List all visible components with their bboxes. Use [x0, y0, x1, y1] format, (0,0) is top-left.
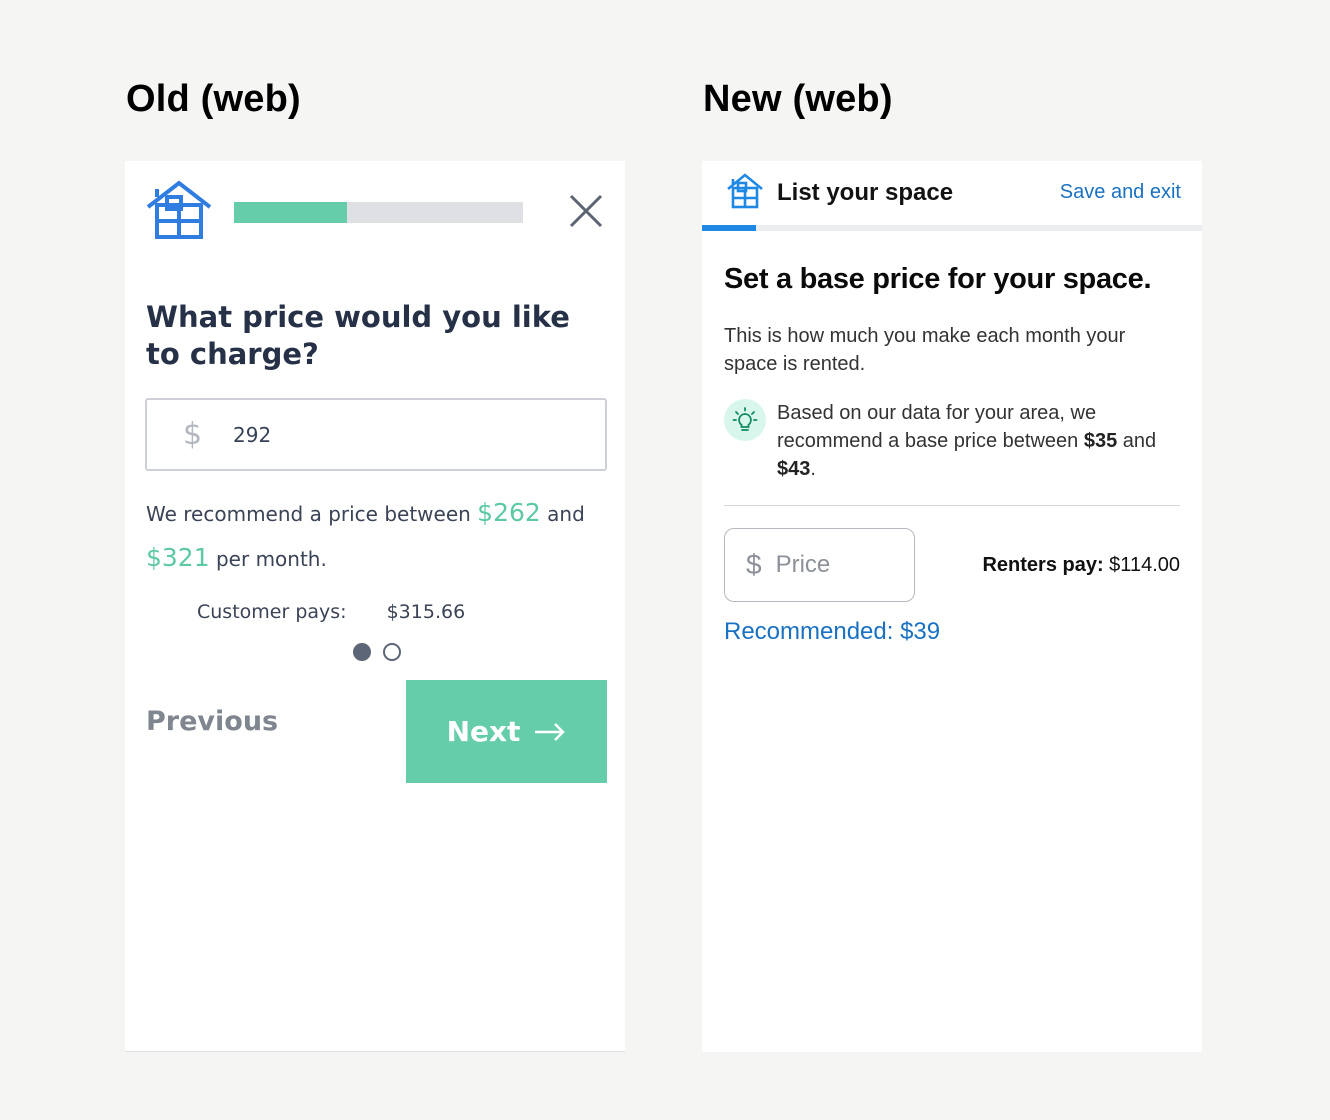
renters-pay-value: $114.00 [1103, 554, 1180, 576]
recommend-suffix: per month. [209, 547, 327, 571]
dollar-icon: $ [183, 417, 203, 452]
recommend-low: $262 [477, 498, 541, 527]
pagination-dot[interactable] [383, 643, 401, 661]
page-description: This is how much you make each month you… [724, 325, 1126, 375]
progress-bar [234, 202, 523, 223]
price-input[interactable] [775, 551, 896, 579]
save-and-exit-link[interactable]: Save and exit [1060, 181, 1181, 204]
page-title: Set a base price for your space. [724, 263, 1152, 295]
old-panel: What price would you like to charge? $ W… [125, 161, 625, 1052]
recommended-price: Recommended: $39 [724, 618, 941, 645]
tip-suffix: . [810, 458, 816, 480]
divider [724, 505, 1180, 506]
previous-button[interactable]: Previous [146, 706, 278, 737]
new-panel: List your space Save and exit Set a base… [702, 161, 1202, 1052]
house-logo-icon [727, 173, 763, 209]
dollar-icon: $ [746, 549, 762, 580]
customer-pays-value: $315.66 [386, 601, 466, 623]
progress-bar-fill [234, 202, 347, 223]
recommend-middle: and [540, 502, 585, 526]
price-input-field[interactable]: $ [145, 398, 607, 471]
recommendation-tip: Based on our data for your area, we reco… [724, 399, 1184, 483]
customer-pays-label: Customer pays: [197, 601, 347, 623]
old-heading: Old (web) [126, 78, 301, 120]
close-icon[interactable] [568, 193, 604, 229]
header-title: List your space [777, 179, 954, 206]
tip-middle: and [1117, 430, 1157, 452]
tip-text: Based on our data for your area, we reco… [777, 399, 1177, 483]
renters-pay-label: Renters pay: [982, 554, 1104, 576]
progress-bar-fill [702, 225, 756, 231]
recommend-prefix: We recommend a price between [146, 502, 478, 526]
tip-high: $43 [777, 458, 811, 480]
customer-pays: Customer pays: $315.66 [197, 601, 465, 623]
header: List your space Save and exit [702, 161, 1202, 231]
pagination-dot-active[interactable] [353, 643, 371, 661]
tip-low: $35 [1083, 430, 1118, 452]
lightbulb-icon [724, 399, 766, 441]
recommend-high: $321 [146, 543, 210, 572]
price-recommendation: We recommend a price between $262 and $3… [146, 491, 616, 581]
progress-bar [702, 225, 1202, 231]
house-logo-icon [146, 180, 212, 239]
price-question: What price would you like to charge? [146, 300, 570, 371]
pagination-dots [353, 643, 401, 661]
price-input-field[interactable]: $ [724, 528, 915, 602]
new-heading: New (web) [703, 78, 893, 120]
tip-prefix: Based on our data for your area, we reco… [777, 402, 1097, 452]
renters-pay: Renters pay: $114.00 [982, 554, 1180, 577]
next-button-label: Next [446, 715, 521, 748]
next-button[interactable]: Next [406, 680, 607, 783]
arrow-right-icon [535, 722, 566, 741]
price-input[interactable] [233, 422, 533, 447]
